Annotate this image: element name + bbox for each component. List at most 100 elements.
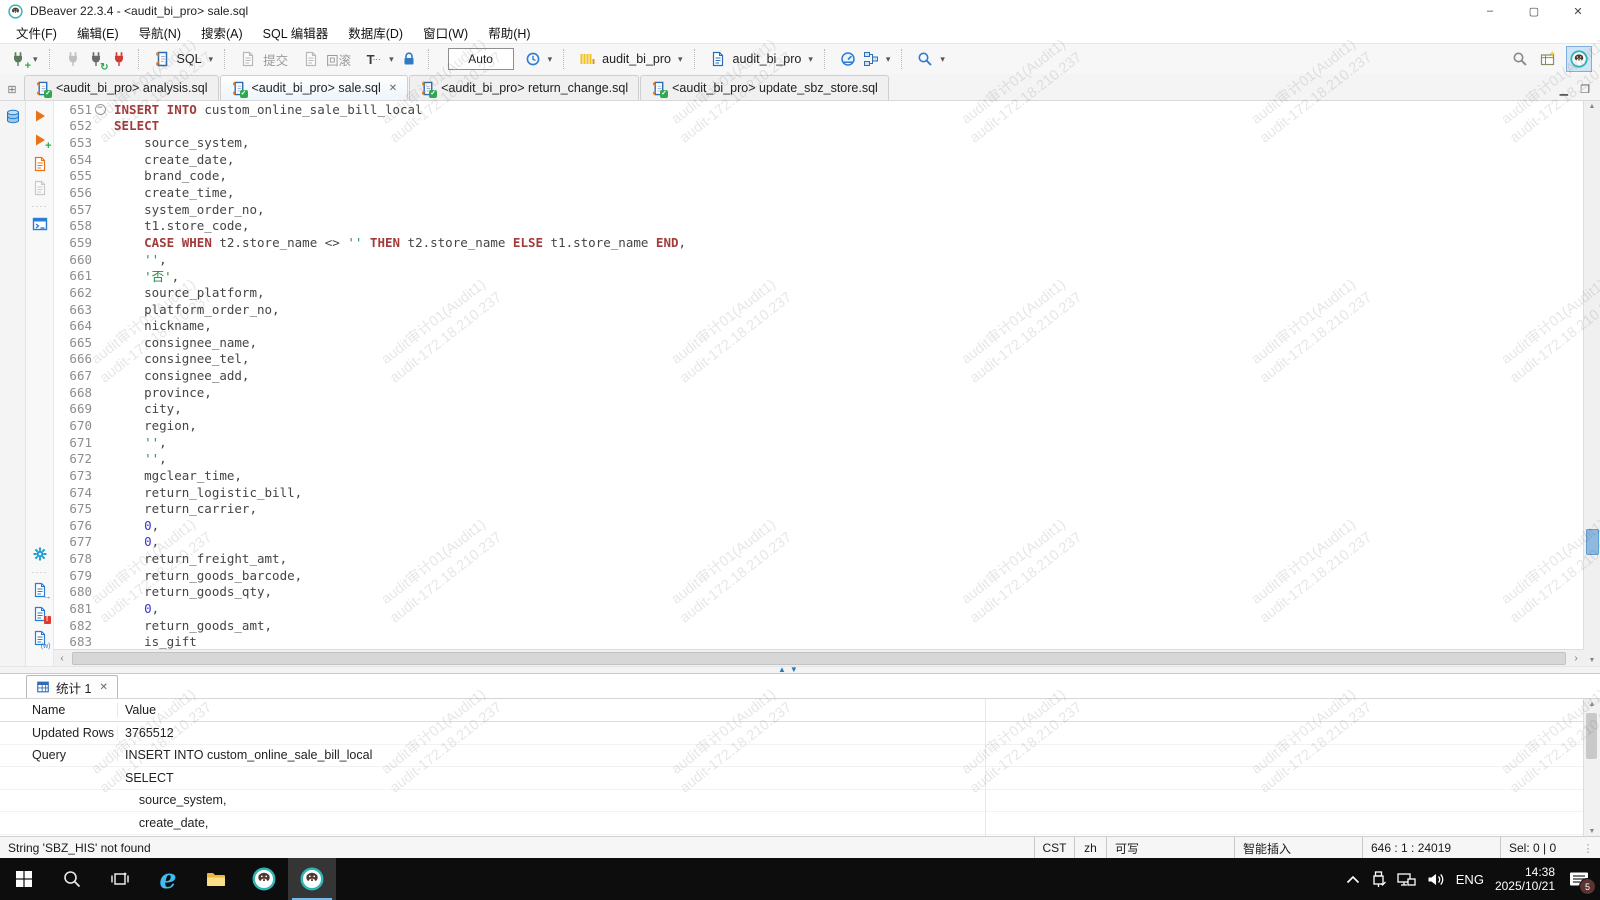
status-item[interactable]: Sel: 0 | 0: [1500, 837, 1576, 859]
table-row[interactable]: source_system,: [0, 790, 1584, 813]
execute-script-icon[interactable]: [31, 155, 49, 173]
dbeaver-taskbar-icon-active[interactable]: [288, 858, 336, 900]
execute-statement-icon[interactable]: [31, 107, 49, 125]
code-line[interactable]: 676 0,: [54, 517, 1584, 534]
code-line[interactable]: 658 t1.store_code,: [54, 217, 1584, 234]
internet-explorer-icon[interactable]: e: [144, 858, 192, 900]
terminal-icon[interactable]: [31, 215, 49, 233]
code-line[interactable]: 672 '',: [54, 450, 1584, 467]
chevron-down-icon[interactable]: ▾: [884, 54, 893, 65]
dashboard-icon[interactable]: [838, 49, 858, 69]
export-result-icon[interactable]: →: [31, 581, 49, 599]
settings-gear-icon[interactable]: [31, 545, 49, 563]
column-header-name[interactable]: Name: [0, 703, 118, 717]
scroll-left-icon[interactable]: ‹: [54, 653, 70, 664]
editor-vertical-scrollbar[interactable]: ▲ ▼: [1583, 101, 1600, 666]
menu-item[interactable]: 搜索(A): [191, 21, 253, 44]
commit-label[interactable]: 提交: [261, 50, 290, 69]
database-navigator-icon[interactable]: [3, 107, 23, 127]
minimize-button[interactable]: –: [1468, 0, 1512, 22]
code-line[interactable]: 675 return_carrier,: [54, 500, 1584, 517]
code-line[interactable]: 654 create_date,: [54, 151, 1584, 168]
tab-statistics[interactable]: 统计 1 ✕: [26, 675, 118, 698]
menu-item[interactable]: SQL 编辑器: [253, 21, 339, 44]
transaction-mode-icon[interactable]: T⋯: [364, 49, 384, 69]
task-view-icon[interactable]: [96, 858, 144, 900]
action-center-icon[interactable]: 5: [1566, 866, 1592, 892]
code-line[interactable]: 683 is_gift: [54, 634, 1584, 651]
execute-new-tab-icon[interactable]: +: [31, 131, 49, 149]
menu-item[interactable]: 窗口(W): [413, 21, 478, 44]
code-line[interactable]: 655 brand_code,: [54, 168, 1584, 185]
table-row[interactable]: SELECT: [0, 767, 1584, 790]
search-icon[interactable]: [1510, 49, 1530, 69]
scroll-down-icon[interactable]: ▼: [1584, 657, 1600, 664]
taskbar-search-icon[interactable]: [48, 858, 96, 900]
code-line[interactable]: 679 return_goods_barcode,: [54, 567, 1584, 584]
history-icon[interactable]: [523, 49, 543, 69]
code-line[interactable]: 673 mgclear_time,: [54, 467, 1584, 484]
code-line[interactable]: 670 region,: [54, 417, 1584, 434]
menu-item[interactable]: 数据库(D): [338, 21, 413, 44]
chevron-down-icon[interactable]: ▾: [546, 54, 555, 65]
explain-plan-icon[interactable]: [861, 49, 881, 69]
code-line[interactable]: 662 source_platform,: [54, 284, 1584, 301]
editor-horizontal-scrollbar[interactable]: ‹ ›: [54, 649, 1584, 666]
volume-icon[interactable]: [1427, 872, 1445, 887]
overflow-icon[interactable]: ⋮: [1576, 842, 1600, 855]
code-line[interactable]: 667 consignee_add,: [54, 367, 1584, 384]
input-language[interactable]: ENG: [1456, 872, 1484, 887]
code-viewport[interactable]: 651−INSERT INTO custom_online_sale_bill_…: [54, 101, 1584, 650]
maximize-button[interactable]: ▢: [1512, 0, 1556, 22]
panel-vertical-scrollbar[interactable]: ▲ ▼: [1583, 699, 1600, 837]
menu-item[interactable]: 文件(F): [6, 21, 67, 44]
status-item[interactable]: zh: [1074, 837, 1106, 859]
chevron-down-icon[interactable]: ▾: [207, 54, 216, 65]
output-log-icon[interactable]: (w): [31, 629, 49, 647]
code-line[interactable]: 656 create_time,: [54, 184, 1584, 201]
scroll-up-icon[interactable]: ▲: [1584, 701, 1600, 708]
schema-selector-label[interactable]: audit_bi_pro: [731, 52, 804, 66]
code-line[interactable]: 653 source_system,: [54, 134, 1584, 151]
code-line[interactable]: 651−INSERT INTO custom_online_sale_bill_…: [54, 101, 1584, 118]
close-icon[interactable]: ✕: [387, 83, 397, 94]
taskbar-clock[interactable]: 14:38 2025/10/21: [1495, 865, 1555, 893]
menu-item[interactable]: 帮助(H): [478, 21, 540, 44]
status-item[interactable]: 646 : 1 : 24019: [1362, 837, 1500, 859]
network-icon[interactable]: [1397, 872, 1416, 887]
user-avatar[interactable]: [1566, 46, 1592, 72]
code-line[interactable]: 668 province,: [54, 384, 1584, 401]
code-line[interactable]: 678 return_freight_amt,: [54, 550, 1584, 567]
chevron-down-icon[interactable]: ▾: [676, 54, 685, 65]
rollback-icon[interactable]: [301, 49, 321, 69]
menu-item[interactable]: 导航(N): [129, 21, 191, 44]
scroll-down-icon[interactable]: ▼: [1584, 828, 1600, 835]
editor-tab[interactable]: ✓<audit_bi_pro> analysis.sql: [24, 75, 219, 100]
editor-tab[interactable]: ✓<audit_bi_pro> update_sbz_store.sql: [640, 75, 889, 100]
chevron-down-icon[interactable]: ▾: [387, 54, 396, 65]
editor-tab[interactable]: ✓<audit_bi_pro> sale.sql✕: [220, 75, 409, 100]
scrollbar-thumb[interactable]: [1586, 713, 1597, 759]
tray-chevron-icon[interactable]: [1346, 875, 1360, 884]
table-row[interactable]: QueryINSERT INTO custom_online_sale_bill…: [0, 745, 1584, 768]
lock-icon[interactable]: [399, 49, 419, 69]
restore-editors-icon[interactable]: ⊞: [0, 78, 24, 100]
scroll-right-icon[interactable]: ›: [1568, 653, 1584, 664]
code-line[interactable]: 665 consignee_name,: [54, 334, 1584, 351]
table-row[interactable]: Updated Rows3765512: [0, 722, 1584, 745]
fold-marker-icon[interactable]: −: [95, 104, 106, 115]
status-item[interactable]: 可写: [1106, 837, 1234, 859]
code-line[interactable]: 657 system_order_no,: [54, 201, 1584, 218]
status-item[interactable]: 智能插入: [1234, 837, 1362, 859]
code-line[interactable]: 661 '否',: [54, 267, 1584, 284]
code-line[interactable]: 666 consignee_tel,: [54, 351, 1584, 368]
menu-item[interactable]: 编辑(E): [67, 21, 129, 44]
close-button[interactable]: ✕: [1556, 0, 1600, 22]
code-line[interactable]: 664 nickname,: [54, 317, 1584, 334]
chevron-down-icon[interactable]: ▾: [806, 54, 815, 65]
code-line[interactable]: 682 return_goods_amt,: [54, 617, 1584, 634]
connection-selector-icon[interactable]: [577, 49, 597, 69]
code-line[interactable]: 677 0,: [54, 534, 1584, 551]
perspective-icon[interactable]: [1538, 49, 1558, 69]
file-explorer-icon[interactable]: [192, 858, 240, 900]
